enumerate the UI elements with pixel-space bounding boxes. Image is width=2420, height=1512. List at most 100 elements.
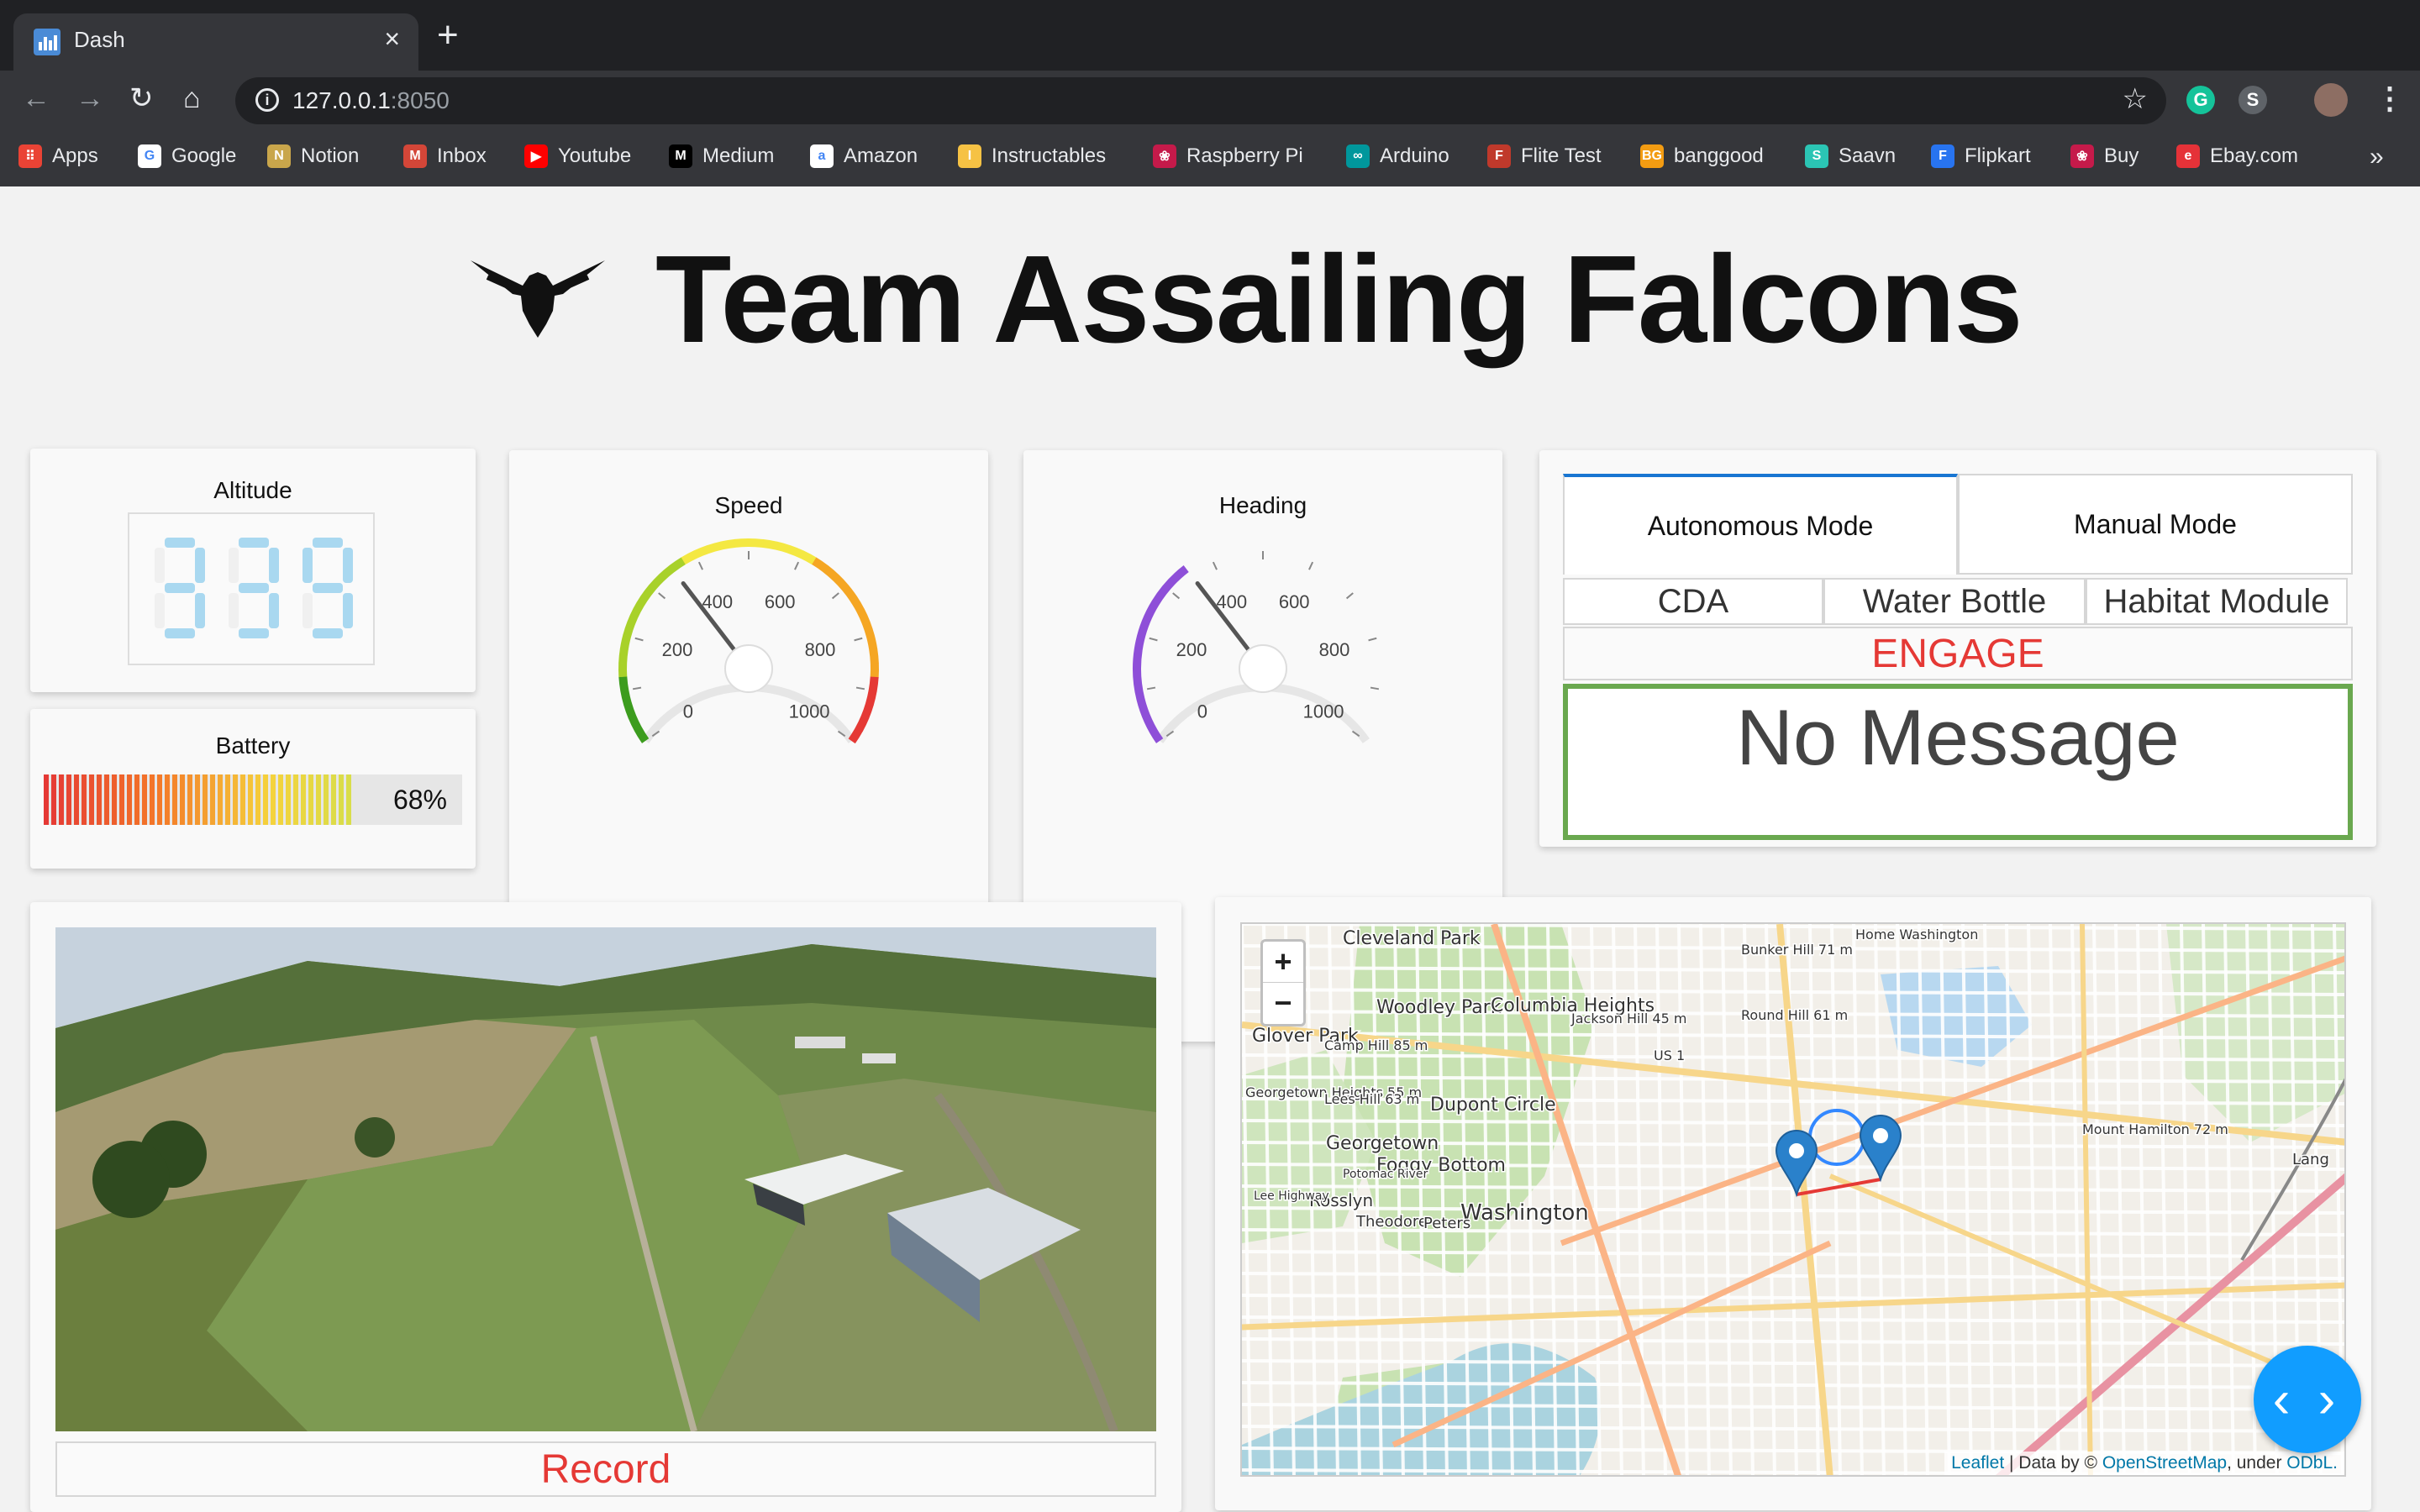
bookmark-saavn[interactable]: S Saavn <box>1805 144 1896 168</box>
battery-segment <box>308 774 313 825</box>
skype-extension-icon[interactable]: S <box>2238 86 2267 114</box>
bookmark-medium[interactable]: M Medium <box>669 144 774 168</box>
altitude-digit-segment <box>343 548 353 583</box>
altitude-label: Altitude <box>213 477 292 503</box>
map-place-label: Theodore <box>1355 1213 1428 1231</box>
record-button[interactable]: Record <box>55 1441 1156 1497</box>
bookmark-banggood[interactable]: BG banggood <box>1640 144 1764 168</box>
gauge-color-band <box>862 621 875 638</box>
engage-button[interactable]: ENGAGE <box>1563 627 2353 680</box>
dash-page: Team Assailing Falcons Altitude Battery … <box>0 186 2420 1512</box>
bookmark-label: Flipkart <box>1965 144 2031 167</box>
bookmark-amazon[interactable]: a Amazon <box>810 144 918 168</box>
bookmark-arduino[interactable]: ∞ Arduino <box>1346 144 1449 168</box>
address-bar[interactable]: i 127.0.0.1:8050 ☆ <box>235 77 2166 124</box>
bookmark-buy[interactable]: ❀ Buy <box>2070 144 2139 168</box>
profile-avatar[interactable] <box>2314 83 2348 117</box>
zoom-in-button[interactable]: + <box>1263 942 1303 983</box>
altitude-card: Altitude <box>30 449 476 692</box>
bookmark-raspberry-pi[interactable]: ❀ Raspberry Pi <box>1153 144 1303 168</box>
new-tab-icon[interactable]: + <box>437 17 459 54</box>
medium-icon: M <box>669 144 692 168</box>
battery-segment <box>112 774 117 825</box>
bookmark-star-icon[interactable]: ☆ <box>2123 82 2148 116</box>
bookmark-inbox[interactable]: M Inbox <box>403 144 487 168</box>
bookmarks-overflow-icon[interactable]: » <box>2370 143 2384 171</box>
battery-segment <box>195 774 200 825</box>
browser-toolbar: ← → ↻ ⌂ i 127.0.0.1:8050 ☆ G S ⋮ <box>0 71 2420 131</box>
gauge-tick <box>794 561 800 570</box>
gauge-color-band <box>720 538 736 550</box>
gauge-tick-label: 1000 <box>1303 701 1344 722</box>
flite-test-icon: F <box>1487 144 1511 168</box>
zoom-out-button[interactable]: − <box>1263 983 1303 1024</box>
battery-segment <box>180 774 185 825</box>
map-place-label: Camp Hill 85 m <box>1324 1037 1428 1053</box>
gauge-color-band <box>619 634 632 650</box>
gauge-color-band <box>860 702 874 719</box>
leaflet-map[interactable]: Cleveland Park Home Washington Bunker Hill… <box>1240 922 2346 1477</box>
site-info-icon[interactable]: i <box>255 88 279 112</box>
altitude-digit-segment <box>165 538 195 548</box>
gauge-color-band <box>669 557 687 572</box>
map-place-label: Lee Highway <box>1254 1189 1329 1203</box>
tab-manual-mode[interactable]: Manual Mode <box>1958 474 2353 575</box>
altitude-digit-segment <box>229 548 239 583</box>
odbl-link[interactable]: ODbL. <box>2286 1453 2338 1473</box>
battery-segment <box>97 774 102 825</box>
map-attribution: Leaflet | Data by © OpenStreetMap, under… <box>1944 1452 2344 1475</box>
gauge-color-band <box>787 545 804 559</box>
bookmark-flite-test[interactable]: F Flite Test <box>1487 144 1602 168</box>
subtab-habitat-module[interactable]: Habitat Module <box>2086 578 2348 625</box>
map-place-label: Peters <box>1423 1215 1470 1232</box>
altitude-led-display <box>128 512 375 665</box>
battery-percent: 68% <box>392 785 447 815</box>
battery-segment <box>233 774 238 825</box>
gauge-tick-label: 400 <box>702 591 733 612</box>
grammarly-extension-icon[interactable]: G <box>2186 86 2215 114</box>
gauge-color-band <box>627 608 641 625</box>
home-icon[interactable]: ⌂ <box>183 84 201 113</box>
battery-segment <box>51 774 56 825</box>
message-display: No Message <box>1563 684 2353 840</box>
leaflet-link[interactable]: Leaflet <box>1951 1453 2004 1473</box>
forward-icon[interactable]: → <box>76 84 104 113</box>
map-place-label: Lees Hill 63 m <box>1324 1091 1419 1107</box>
flipkart-icon: F <box>1931 144 1954 168</box>
close-tab-icon[interactable]: × <box>384 24 400 55</box>
bookmark-label: Medium <box>702 144 775 167</box>
browser-tab[interactable]: Dash × <box>13 13 418 71</box>
browser-menu-icon[interactable]: ⋮ <box>2375 81 2405 116</box>
bookmark-notion[interactable]: N Notion <box>267 144 359 168</box>
bookmark-apps[interactable]: ⠿ Apps <box>18 144 98 168</box>
mode-panel-card: Autonomous Mode Manual Mode CDA Water Bo… <box>1539 450 2376 847</box>
battery-label: Battery <box>215 732 291 759</box>
reload-icon[interactable]: ↻ <box>129 84 154 113</box>
gauge-color-band <box>628 715 642 732</box>
notion-icon: N <box>267 144 291 168</box>
gauge-color-band <box>658 564 676 581</box>
gauge-color-band <box>869 648 879 664</box>
osm-link[interactable]: OpenStreetMap <box>2102 1453 2227 1473</box>
bookmark-ebay-com[interactable]: e Ebay.com <box>2176 144 2298 168</box>
gauge-color-band <box>681 550 698 565</box>
bookmark-youtube[interactable]: ▶ Youtube <box>524 144 631 168</box>
bookmark-flipkart[interactable]: F Flipkart <box>1931 144 2031 168</box>
tab-autonomous-mode[interactable]: Autonomous Mode <box>1563 474 1958 575</box>
bookmark-instructables[interactable]: I Instructables <box>958 144 1106 168</box>
altitude-digit-segment <box>313 583 343 593</box>
map-place-label: Woodley Park <box>1376 997 1502 1018</box>
battery-segment <box>74 774 79 825</box>
subtab-cda[interactable]: CDA <box>1563 578 1823 625</box>
subtab-water-bottle[interactable]: Water Bottle <box>1823 578 2086 625</box>
altitude-digit-segment <box>165 583 195 593</box>
dash-debug-toggle-button[interactable]: ‹ › <box>2254 1346 2361 1453</box>
battery-segment <box>203 774 208 825</box>
battery-segment <box>218 774 223 825</box>
map-place-label: Jackson Hill 45 m <box>1570 1011 1686 1026</box>
bookmark-label: banggood <box>1674 144 1764 167</box>
back-icon[interactable]: ← <box>22 84 50 113</box>
bookmark-google[interactable]: G Google <box>138 144 236 168</box>
battery-segment <box>263 774 268 825</box>
gauge-tick <box>1172 592 1181 600</box>
